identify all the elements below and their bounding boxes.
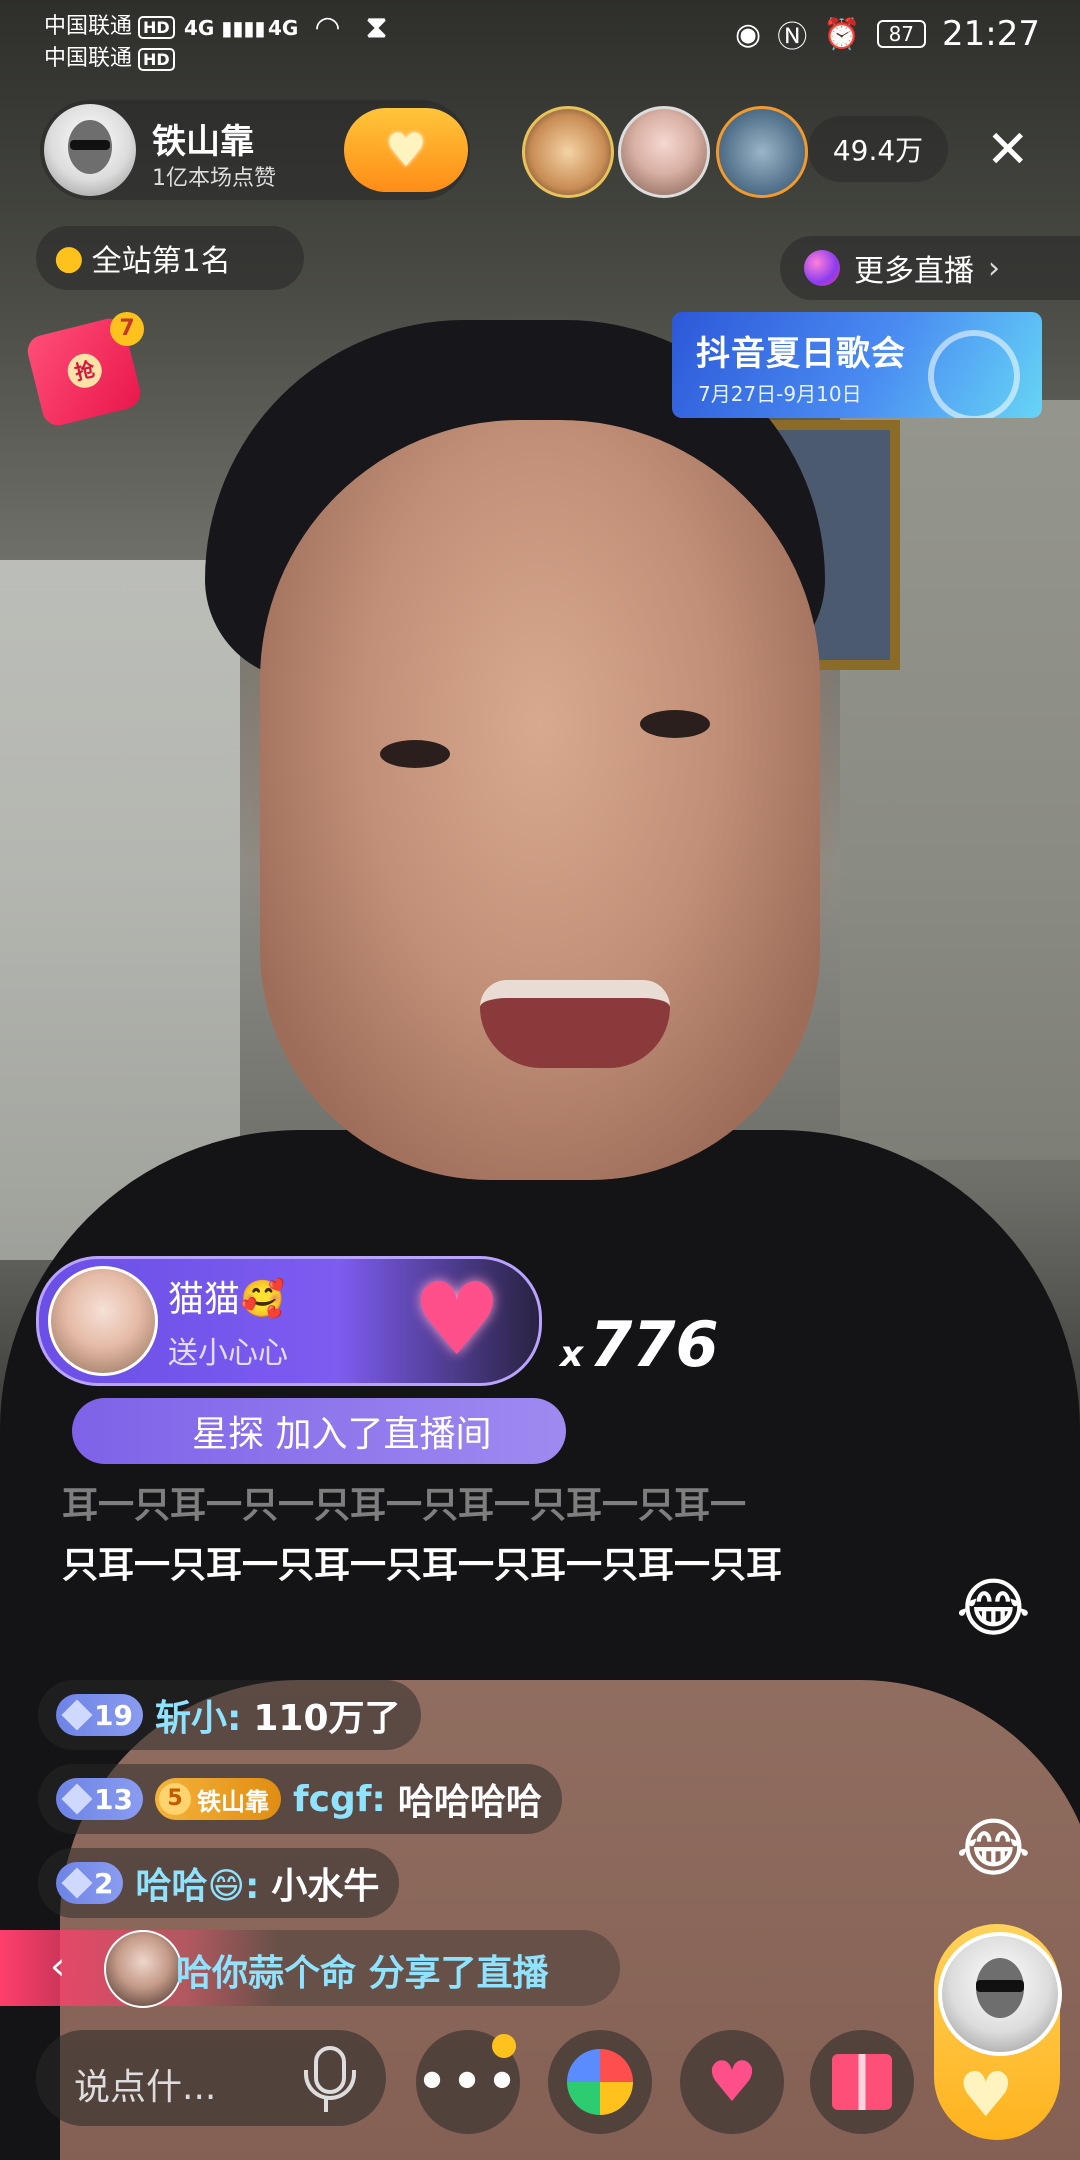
signal-icon: 4G — [268, 16, 299, 40]
hd-badge: HD — [138, 48, 175, 71]
gift-count: x776 — [560, 1308, 719, 1381]
status-bar: 中国联通 HD 中国联通 HD 4G ▮▮▮▮ 4G ◠ ⧗ ◉ Ⓝ ⏰ 87 21… — [0, 0, 1080, 72]
close-icon[interactable]: ✕ — [986, 120, 1030, 180]
video-eye-left — [380, 740, 450, 768]
chevron-right-icon: › — [988, 250, 1000, 286]
event-date: 7月27日-9月10日 — [698, 382, 862, 406]
chat-line-faded: 耳一只耳一只一只耳一只耳一只耳一只耳一 — [62, 1485, 747, 1526]
heart-plus-icon: ♥ — [958, 2058, 1014, 2131]
video-eye-right — [640, 710, 710, 738]
gift-button[interactable] — [810, 2030, 914, 2134]
planet-icon — [804, 250, 840, 286]
carrier-label-1: 中国联通 HD — [44, 8, 175, 40]
more-live-label: 更多直播 — [854, 254, 974, 289]
chat-message[interactable]: 13 5 铁山靠 fcgf: 哈哈哈哈 — [38, 1764, 562, 1834]
microphone-icon[interactable] — [296, 2044, 356, 2114]
carrier-label-2: 中国联通 HD — [44, 40, 175, 72]
user-level-badge: 13 — [56, 1778, 143, 1820]
chat-message[interactable]: 2 哈哈😄: 小水牛 — [38, 1848, 400, 1918]
notification-dot — [492, 2034, 516, 2058]
gift-sender-avatar[interactable] — [48, 1266, 158, 1376]
user-level-badge: 2 — [56, 1862, 124, 1904]
clock: 21:27 — [942, 14, 1040, 54]
chevron-left-icon[interactable]: ‹ — [50, 1944, 65, 1988]
heart-gift-icon: ♥ — [412, 1261, 502, 1378]
gift-action: 送小心心 — [168, 1336, 288, 1371]
event-banner[interactable]: 抖音夏日歌会 7月27日-9月10日 — [672, 312, 1042, 418]
host-name: 铁山靠 — [152, 122, 254, 162]
rank-badge[interactable]: ● 全站第1名 — [36, 226, 304, 290]
fan-club-badge: 5 铁山靠 — [154, 1778, 281, 1820]
gift-icon — [832, 2054, 892, 2110]
heart-plus-icon: ♥ — [385, 123, 427, 177]
more-icon: ••• — [415, 2049, 521, 2115]
audience-avatar[interactable] — [522, 106, 614, 198]
gift-sender-name: 猫猫🥰 — [168, 1279, 285, 1320]
chat-username[interactable]: 斩小: — [155, 1689, 241, 1741]
red-packet-badge: 7 — [110, 312, 144, 346]
more-live-button[interactable]: 更多直播 › — [780, 236, 1080, 300]
follow-button[interactable]: ♥ — [344, 108, 468, 192]
pinwheel-icon — [567, 2049, 633, 2115]
event-title: 抖音夏日歌会 — [696, 334, 906, 374]
audience-avatar[interactable] — [716, 106, 808, 198]
comment-placeholder: 说点什... — [74, 2067, 217, 2108]
audience-avatar[interactable] — [618, 106, 710, 198]
user-level-badge: 19 — [56, 1694, 143, 1736]
red-packet-seal: 抢 — [64, 350, 106, 392]
hourglass-icon: ⧗ — [366, 10, 388, 45]
viewer-count[interactable]: 49.4万 — [808, 116, 948, 182]
video-mouth — [480, 980, 670, 1068]
laughing-emoji-icon: 😂 — [956, 1812, 1031, 1886]
host-avatar[interactable] — [44, 104, 136, 196]
gem-icon — [61, 1867, 93, 1899]
battery-icon: 87 — [876, 20, 927, 48]
gem-icon — [61, 1699, 93, 1731]
chat-text: 哈哈哈哈 — [397, 1782, 542, 1823]
tiktok-logo-icon — [928, 330, 1020, 418]
heart-icon: ♥ — [706, 2049, 758, 2115]
chat-line-main: 只耳一只耳一只耳一只耳一只耳一只耳一只耳 — [62, 1545, 783, 1586]
nfc-icon: Ⓝ — [777, 20, 808, 55]
laughing-emoji-icon: 😂 — [956, 1572, 1031, 1646]
flame-icon: ● — [54, 238, 84, 278]
share-notice-text: 哈你蒜个命 分享了直播 — [176, 1953, 549, 1994]
heart-button[interactable]: ♥ — [680, 2030, 784, 2134]
rank-label: 全站第1名 — [91, 244, 231, 279]
pinwheel-button[interactable] — [548, 2030, 652, 2134]
share-user-avatar[interactable] — [104, 1930, 182, 2008]
chat-text: 110万了 — [253, 1698, 401, 1739]
hd-badge: HD — [138, 16, 175, 39]
host-likes: 1亿本场点赞 — [152, 166, 276, 191]
wifi-icon: ◠ — [316, 10, 340, 45]
chat-username[interactable]: fcgf: — [293, 1779, 386, 1820]
gem-icon — [61, 1783, 93, 1815]
chat-message[interactable]: 19 斩小: 110万了 — [38, 1680, 421, 1750]
alarm-icon: ⏰ — [823, 16, 861, 52]
join-notice: 星探 加入了直播间 — [72, 1398, 566, 1464]
eye-icon: ◉ — [735, 16, 762, 52]
host-fan-avatar[interactable] — [938, 1932, 1062, 2056]
signal-icon: 4G ▮▮▮▮ — [184, 16, 266, 40]
chat-username[interactable]: 哈哈😄: — [135, 1857, 259, 1909]
chat-text: 小水牛 — [271, 1866, 380, 1907]
